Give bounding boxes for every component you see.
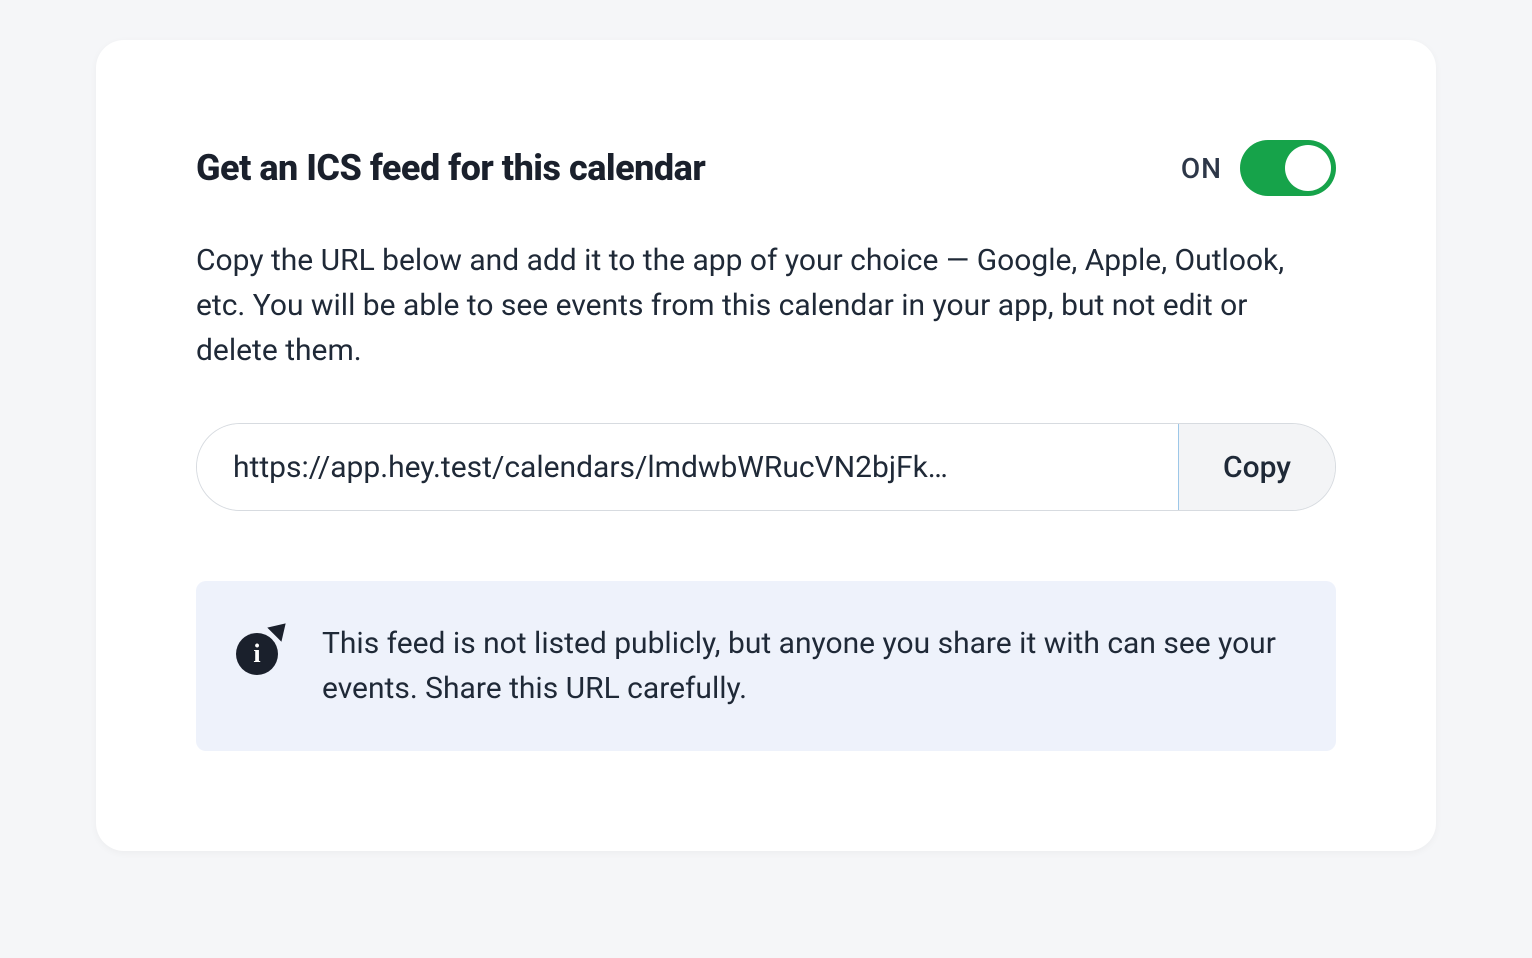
toggle-state-label: ON: [1181, 152, 1222, 185]
url-row: Copy: [196, 423, 1336, 511]
ics-feed-card: Get an ICS feed for this calendar ON Cop…: [96, 40, 1436, 851]
toggle-group: ON: [1181, 140, 1336, 196]
info-icon: i: [236, 625, 286, 675]
card-title: Get an ICS feed for this calendar: [196, 147, 705, 189]
ics-url-input[interactable]: [197, 424, 1178, 510]
description-text: Copy the URL below and add it to the app…: [196, 238, 1336, 373]
header-row: Get an ICS feed for this calendar ON: [196, 140, 1336, 196]
ics-feed-toggle[interactable]: [1240, 140, 1336, 196]
info-text: This feed is not listed publicly, but an…: [322, 621, 1296, 711]
info-box: i This feed is not listed publicly, but …: [196, 581, 1336, 751]
copy-button[interactable]: Copy: [1178, 424, 1335, 510]
toggle-knob: [1285, 145, 1331, 191]
